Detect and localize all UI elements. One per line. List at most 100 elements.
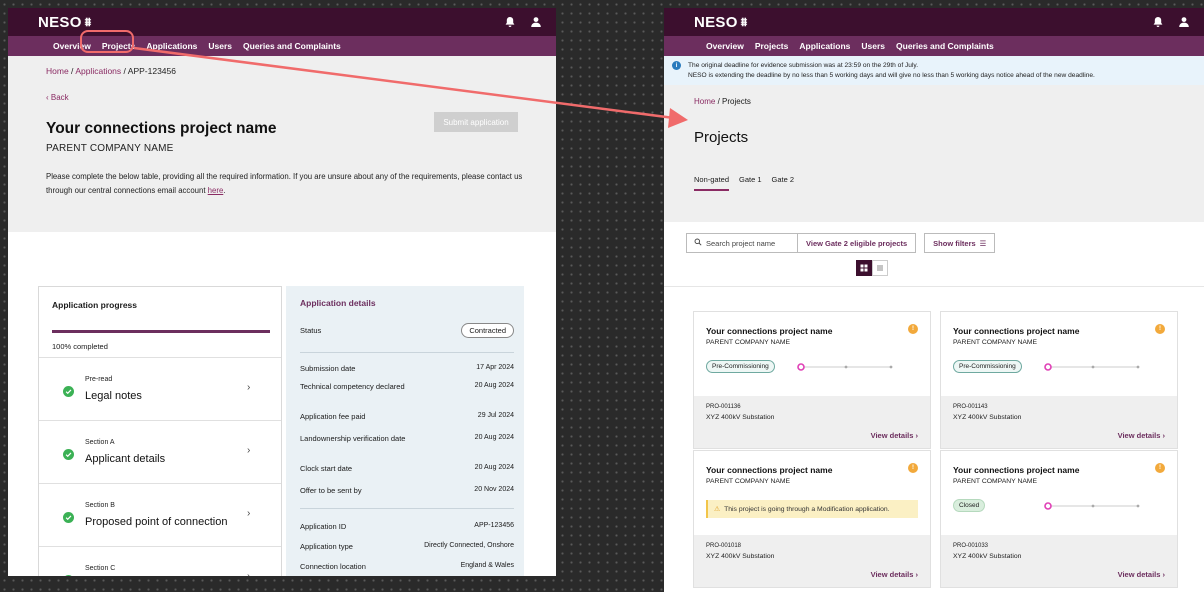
detail-row: Landownership verification date 20 Aug 20… — [300, 434, 514, 444]
tab-non-gated[interactable]: Non-gated — [694, 175, 730, 191]
breadcrumb: Home / Projects — [694, 85, 1204, 106]
detail-key: Application ID — [300, 522, 347, 531]
nav-users[interactable]: Users — [208, 41, 232, 51]
project-substation: XYZ 400kV Substation — [706, 553, 775, 560]
divider — [300, 508, 514, 509]
neso-logo[interactable]: NESO ⩩ — [694, 14, 747, 31]
nav-queries-complaints[interactable]: Queries and Complaints — [243, 41, 341, 51]
breadcrumb-applications[interactable]: Applications — [75, 66, 121, 76]
back-link[interactable]: ‹ Back — [46, 93, 556, 102]
warning-icon: ! — [1155, 324, 1165, 334]
filter-bar: Search project name View Gate 2 eligible… — [686, 233, 996, 253]
tab-gate-1[interactable]: Gate 1 — [739, 175, 762, 191]
divider — [664, 286, 1204, 287]
projects-header: Home / Projects Projects Non-gated Gate … — [664, 85, 1204, 222]
intro-end: . — [223, 186, 226, 195]
banner-line-2: NESO is extending the deadline by no les… — [688, 72, 1095, 79]
view-details-link[interactable]: View details › — [871, 570, 918, 579]
warning-icon: ! — [908, 463, 918, 473]
grid-view-icon[interactable] — [856, 260, 872, 276]
project-company: PARENT COMPANY NAME — [953, 339, 1038, 346]
breadcrumb-home[interactable]: Home — [694, 97, 715, 106]
detail-value: 29 Jul 2024 — [477, 412, 514, 419]
section-label: Section C — [85, 565, 116, 572]
bell-icon[interactable] — [1152, 16, 1164, 28]
breadcrumb-home[interactable]: Home — [46, 66, 69, 76]
search-icon — [694, 238, 702, 248]
bell-icon[interactable] — [504, 16, 516, 28]
user-icon[interactable] — [530, 16, 542, 28]
logo-mark-icon: ⩩ — [84, 14, 92, 29]
breadcrumb-sep: / — [121, 66, 128, 76]
chevron-right-icon: › — [247, 571, 250, 576]
project-title: Your connections project name — [953, 326, 1080, 336]
detail-row: Application fee paid 29 Jul 2024 — [300, 412, 514, 422]
detail-row: Offer to be sent by 20 Nov 2024 — [300, 486, 514, 496]
nav-overview[interactable]: Overview — [706, 41, 744, 51]
project-card[interactable]: Your connections project name PARENT COM… — [693, 450, 931, 588]
view-details-link[interactable]: View details › — [1118, 431, 1165, 440]
detail-value: 20 Aug 2024 — [474, 382, 514, 389]
application-window: NESO ⩩ Overview Projects Applications Us… — [8, 8, 556, 576]
section-row-c[interactable]: Section C › — [39, 546, 281, 576]
project-card[interactable]: Your connections project name PARENT COM… — [693, 311, 931, 449]
detail-value: 17 Apr 2024 — [476, 364, 514, 371]
application-header: Home / Applications / APP-123456 ‹ Back … — [8, 56, 556, 232]
view-gate2-eligible-button[interactable]: View Gate 2 eligible projects — [798, 233, 917, 253]
section-label: Pre-read — [85, 376, 113, 383]
detail-value: 20 Nov 2024 — [474, 486, 514, 493]
application-progress-card: Application progress 100% completed Pre-… — [38, 286, 282, 576]
top-bar: NESO ⩩ — [664, 8, 1204, 36]
detail-row-status: Status Contracted — [300, 323, 514, 338]
submit-application-button[interactable]: Submit application — [434, 112, 518, 132]
logo-text: NESO — [694, 13, 738, 31]
banner-line-1: The original deadline for evidence submi… — [688, 62, 919, 69]
list-view-icon[interactable] — [872, 260, 888, 276]
view-details-link[interactable]: View details › — [1118, 570, 1165, 579]
nav-queries-complaints[interactable]: Queries and Complaints — [896, 41, 994, 51]
show-filters-button[interactable]: Show filters ☰ — [924, 233, 996, 253]
nav-users[interactable]: Users — [861, 41, 885, 51]
stage-tracker — [1044, 502, 1140, 510]
project-id: PRO-001018 — [706, 543, 742, 549]
view-details-link[interactable]: View details › — [871, 431, 918, 440]
detail-value: 20 Aug 2024 — [474, 464, 514, 471]
nav-projects[interactable]: Projects — [755, 41, 789, 51]
detail-row: Technical competency declared 20 Aug 2024 — [300, 382, 514, 392]
stage-tracker — [797, 363, 893, 371]
status-badge: Contracted — [461, 323, 514, 338]
section-row-a[interactable]: Section A Applicant details › — [39, 420, 281, 483]
section-row-b[interactable]: Section B Proposed point of connection › — [39, 483, 281, 546]
project-id: PRO-001143 — [953, 404, 988, 410]
section-row-pre-read[interactable]: Pre-read Legal notes › — [39, 357, 281, 420]
warning-icon: ! — [908, 324, 918, 334]
divider — [300, 352, 514, 353]
project-card[interactable]: Your connections project name PARENT COM… — [940, 450, 1178, 588]
project-card[interactable]: Your connections project name PARENT COM… — [940, 311, 1178, 449]
detail-row: Connection location England & Wales — [300, 562, 514, 572]
nav-applications[interactable]: Applications — [799, 41, 850, 51]
detail-key: Connection location — [300, 562, 366, 571]
tab-gate-2[interactable]: Gate 2 — [772, 175, 795, 191]
project-company: PARENT COMPANY NAME — [953, 478, 1038, 485]
section-title: Applicant details — [85, 453, 166, 465]
neso-logo[interactable]: NESO ⩩ — [38, 14, 91, 31]
project-substation: XYZ 400kV Substation — [706, 414, 775, 421]
intro-body: Please complete the below table, providi… — [46, 172, 523, 195]
warning-icon: ⚠ — [714, 506, 721, 513]
detail-key: Submission date — [300, 364, 356, 373]
section-label: Section B — [85, 502, 115, 509]
chevron-right-icon: › — [247, 445, 251, 456]
filter-icon: ☰ — [979, 238, 987, 248]
logo-text: NESO — [38, 13, 82, 31]
detail-row: Submission date 17 Apr 2024 — [300, 364, 514, 374]
project-title: Your connections project name — [706, 326, 833, 336]
detail-value: England & Wales — [460, 562, 514, 569]
breadcrumb-sep: / — [715, 97, 723, 106]
search-input[interactable]: Search project name — [686, 233, 798, 253]
project-substation: XYZ 400kV Substation — [953, 553, 1022, 560]
email-link[interactable]: here — [208, 186, 224, 195]
user-icon[interactable] — [1178, 16, 1190, 28]
nav-applications[interactable]: Applications — [146, 41, 197, 51]
project-company: PARENT COMPANY NAME — [706, 478, 791, 485]
